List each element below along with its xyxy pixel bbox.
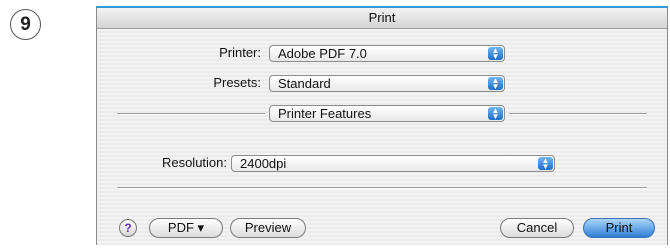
step-number-badge: 9 (10, 9, 41, 40)
resolution-label: Resolution: (161, 155, 227, 170)
window-title: Print (97, 8, 667, 29)
updown-arrows-icon: ▲ ▼ (538, 156, 553, 170)
separator-left (117, 113, 265, 115)
separator-right (509, 113, 647, 115)
presets-popup[interactable]: Standard ▲ ▼ (269, 75, 505, 92)
cancel-button[interactable]: Cancel (500, 218, 574, 238)
printer-popup[interactable]: Adobe PDF 7.0 ▲ ▼ (269, 45, 505, 62)
printer-label: Printer: (219, 45, 261, 60)
presets-value: Standard (278, 76, 331, 91)
separator-bottom (117, 187, 647, 189)
print-dialog: Print Printer: Adobe PDF 7.0 ▲ ▼ Presets:… (96, 6, 668, 245)
preview-button[interactable]: Preview (230, 218, 306, 238)
pdf-menu-button[interactable]: PDF ▾ (149, 218, 223, 238)
updown-arrows-icon: ▲ ▼ (488, 106, 503, 120)
print-button[interactable]: Print (583, 218, 655, 238)
printer-value: Adobe PDF 7.0 (278, 46, 367, 61)
dialog-body: Printer: Adobe PDF 7.0 ▲ ▼ Presets: Stand… (97, 29, 667, 245)
presets-label: Presets: (213, 75, 261, 90)
updown-arrows-icon: ▲ ▼ (488, 46, 503, 60)
help-button[interactable]: ? (119, 219, 137, 237)
resolution-value: 2400dpi (240, 156, 287, 171)
resolution-popup[interactable]: 2400dpi ▲ ▼ (231, 155, 555, 172)
help-icon: ? (124, 221, 132, 235)
panel-value: Printer Features (278, 106, 372, 121)
updown-arrows-icon: ▲ ▼ (488, 76, 503, 90)
panel-popup[interactable]: Printer Features ▲ ▼ (269, 105, 505, 122)
